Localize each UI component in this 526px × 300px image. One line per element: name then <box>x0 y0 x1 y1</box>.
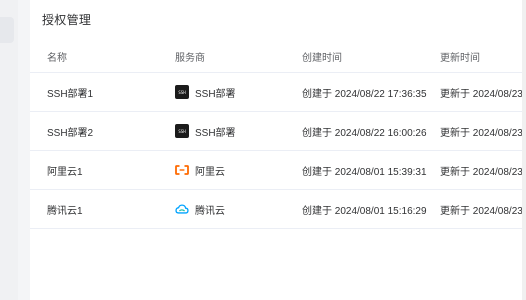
provider-label: SSH部署 <box>195 127 236 139</box>
row-name: 腾讯云1 <box>47 205 83 217</box>
credentials-table: 名称 服务商 创建时间 更新时间 SSH部署1 SSH SSH部署 创建于 20… <box>30 40 526 229</box>
table-row[interactable]: 腾讯云1 腾讯云 创建于 2024/08/01 15:16:29 更新于 202… <box>30 190 526 229</box>
row-name: SSH部署2 <box>47 127 94 139</box>
row-provider: SSH SSH部署 <box>175 112 236 150</box>
page-title: 授权管理 <box>42 13 92 27</box>
row-updated: 更新于 2024/08/23 1 <box>440 166 526 178</box>
column-header-updated: 更新时间 <box>440 52 480 64</box>
row-updated: 更新于 2024/08/23 1 <box>440 127 526 139</box>
provider-label: SSH部署 <box>195 88 236 100</box>
column-header-created: 创建时间 <box>302 52 342 64</box>
row-updated: 更新于 2024/08/23 1 <box>440 205 526 217</box>
provider-label: 阿里云 <box>195 166 225 178</box>
row-provider: 腾讯云 <box>175 190 225 228</box>
tencent-cloud-icon <box>175 202 189 216</box>
table-row[interactable]: SSH部署2 SSH SSH部署 创建于 2024/08/22 16:00:26… <box>30 112 526 151</box>
table-row[interactable]: 阿里云1 阿里云 创建于 2024/08/01 15:39:31 更新于 202… <box>30 151 526 190</box>
provider-label: 腾讯云 <box>195 205 225 217</box>
ssh-terminal-icon: SSH <box>175 85 189 99</box>
row-provider: SSH SSH部署 <box>175 73 236 111</box>
row-name: 阿里云1 <box>47 166 83 178</box>
scrollbar-track[interactable] <box>522 0 526 300</box>
row-created: 创建于 2024/08/22 17:36:35 <box>302 88 427 100</box>
row-provider: 阿里云 <box>175 151 225 189</box>
row-created: 创建于 2024/08/01 15:39:31 <box>302 166 427 178</box>
row-created: 创建于 2024/08/22 16:00:26 <box>302 127 427 139</box>
ssh-terminal-icon: SSH <box>175 124 189 138</box>
column-header-provider: 服务商 <box>175 52 205 64</box>
aliyun-icon <box>175 163 189 177</box>
sidebar-active-item[interactable] <box>0 17 14 43</box>
row-created: 创建于 2024/08/01 15:16:29 <box>302 205 427 217</box>
table-header: 名称 服务商 创建时间 更新时间 <box>30 40 526 73</box>
main-panel: 授权管理 名称 服务商 创建时间 更新时间 SSH部署1 SSH SSH部署 创… <box>30 0 526 300</box>
column-header-name: 名称 <box>47 52 67 64</box>
table-row[interactable]: SSH部署1 SSH SSH部署 创建于 2024/08/22 17:36:35… <box>30 73 526 112</box>
sidebar <box>0 0 18 300</box>
row-updated: 更新于 2024/08/23 1 <box>440 88 526 100</box>
row-name: SSH部署1 <box>47 88 94 100</box>
